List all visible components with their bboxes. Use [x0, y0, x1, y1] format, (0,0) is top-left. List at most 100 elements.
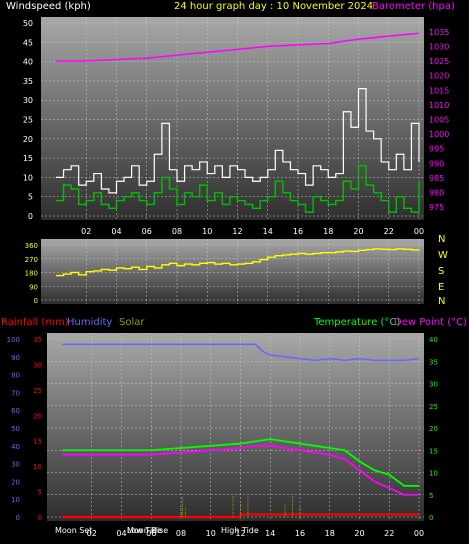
humidity-axis-ticks: 0 10 20 30 40 50 60 70 80 90 100	[7, 336, 20, 522]
dewpoint-axis-title: Dew Point (°C)	[394, 317, 467, 328]
x-tick-label: 16	[293, 227, 303, 236]
temperature-axis-title: Temperature (°C)	[313, 317, 400, 328]
y-tick-label: 90	[11, 354, 20, 362]
y-tick-label: 35	[33, 336, 42, 344]
y-tick-label: 0	[16, 514, 20, 522]
direction-panel-left-ticks: 0 90 180 270 360	[25, 242, 38, 305]
x-tick-label: 22	[384, 529, 394, 538]
x-tick-label: 16	[295, 529, 305, 538]
y-tick-label: 50	[11, 425, 20, 433]
compass-label: S	[438, 266, 444, 277]
y-tick-label: 0	[34, 297, 38, 305]
x-tick-label: 06	[142, 227, 152, 236]
y-tick-label: 20	[33, 412, 42, 420]
y-tick-label: 50	[23, 19, 33, 28]
x-tick-label: 08	[172, 227, 182, 236]
x-tick-label: 14	[263, 227, 273, 236]
y-tick-label: 70	[11, 389, 20, 397]
compass-label: W	[438, 250, 448, 261]
y-tick-label: 985	[429, 174, 444, 183]
y-tick-label: 100	[7, 336, 20, 344]
direction-panel-compass-labels: NWSEN	[438, 234, 448, 307]
compass-label: N	[438, 234, 445, 245]
y-tick-label: 10	[11, 496, 20, 504]
y-tick-label: 10	[429, 470, 438, 478]
x-tick-label: 10	[202, 227, 212, 236]
y-tick-label: 30	[11, 461, 20, 469]
y-tick-label: 1020	[429, 72, 449, 81]
wind-panel-right-ticks: 975 980 985 990 995 1000 1005 1010 1015 1020 1025 1…	[429, 28, 449, 212]
y-tick-label: 45	[23, 38, 33, 47]
y-tick-label: 0	[429, 514, 433, 522]
x-tick-label: 08	[176, 529, 186, 538]
x-tick-label: 00	[414, 529, 424, 538]
y-tick-label: 15	[429, 447, 438, 455]
y-tick-label: 20	[429, 425, 438, 433]
compass-label: N	[438, 296, 445, 307]
y-tick-label: 25	[23, 116, 33, 125]
y-tick-label: 1035	[429, 28, 449, 37]
y-tick-label: 5	[38, 489, 42, 497]
x-tick-label: 04	[116, 529, 126, 538]
y-tick-label: 25	[33, 387, 42, 395]
moon-set-label: Moon Set	[55, 526, 92, 535]
y-tick-label: 995	[429, 145, 444, 154]
y-tick-label: 15	[33, 438, 42, 446]
y-tick-label: 60	[11, 407, 20, 415]
x-tick-label: 14	[265, 529, 275, 538]
y-tick-label: 5	[429, 492, 433, 500]
weather-24h-graph: Windspeed (kph) 24 hour graph day : 10 N…	[1, 1, 467, 538]
y-tick-label: 20	[23, 135, 33, 144]
graph-title: 24 hour graph day : 10 November 2024	[174, 1, 373, 12]
y-tick-label: 40	[11, 443, 20, 451]
compass-label: E	[438, 282, 444, 293]
y-tick-label: 80	[11, 372, 20, 380]
x-tick-label: 02	[81, 227, 91, 236]
y-tick-label: 40	[23, 58, 33, 67]
low-tide-label: Low Tide	[127, 526, 162, 535]
y-tick-label: 25	[429, 403, 438, 411]
y-tick-label: 10	[23, 173, 33, 182]
solar-legend-label: Solar	[119, 317, 145, 328]
x-tick-label: 20	[353, 227, 363, 236]
wind-panel-left-ticks: 0 5 10 15 20 25 30 35 40 45 50	[23, 19, 33, 221]
y-tick-label: 1000	[429, 130, 449, 139]
y-tick-label: 30	[23, 96, 33, 105]
x-tick-label: 22	[384, 227, 394, 236]
y-tick-label: 30	[429, 381, 438, 389]
y-tick-label: 35	[429, 358, 438, 366]
y-tick-label: 90	[29, 283, 38, 291]
rainfall-axis-title: Rainfall (mm)	[1, 317, 69, 328]
y-tick-label: 35	[23, 77, 33, 86]
y-tick-label: 180	[25, 270, 38, 278]
rainfall-axis-ticks: 0 5 10 15 20 25 30 35	[33, 336, 42, 522]
y-tick-label: 20	[11, 478, 20, 486]
y-tick-label: 1010	[429, 101, 449, 110]
x-tick-label: 20	[354, 529, 364, 538]
y-tick-label: 1030	[429, 42, 449, 51]
y-tick-label: 360	[25, 242, 38, 250]
y-tick-label: 990	[429, 159, 444, 168]
x-tick-label: 10	[206, 529, 216, 538]
y-tick-label: 5	[28, 193, 33, 202]
x-tick-label: 18	[325, 529, 335, 538]
y-tick-label: 980	[429, 189, 444, 198]
x-tick-label: 18	[323, 227, 333, 236]
wind-panel-x-ticks: 02 04 06 08 10 12 14 16 18 20 22 00	[81, 227, 424, 236]
x-tick-label: 12	[232, 227, 242, 236]
y-tick-label: 1005	[429, 116, 449, 125]
x-tick-label: 04	[111, 227, 121, 236]
y-tick-label: 15	[23, 154, 33, 163]
y-tick-label: 270	[25, 256, 38, 264]
y-tick-label: 0	[38, 514, 42, 522]
y-tick-label: 1025	[429, 57, 449, 66]
temperature-axis-ticks: 0 5 10 15 20 25 30 35 40	[429, 336, 438, 522]
y-tick-label: 0	[28, 212, 33, 221]
y-tick-label: 40	[429, 336, 438, 344]
high-tide-label: High Tide	[221, 526, 259, 535]
barometer-axis-title: Barometer (hpa)	[372, 1, 455, 12]
y-tick-label: 10	[33, 463, 42, 471]
y-tick-label: 30	[33, 361, 42, 369]
windspeed-axis-title: Windspeed (kph)	[6, 1, 91, 12]
humidity-axis-title: Humidity	[67, 317, 112, 328]
